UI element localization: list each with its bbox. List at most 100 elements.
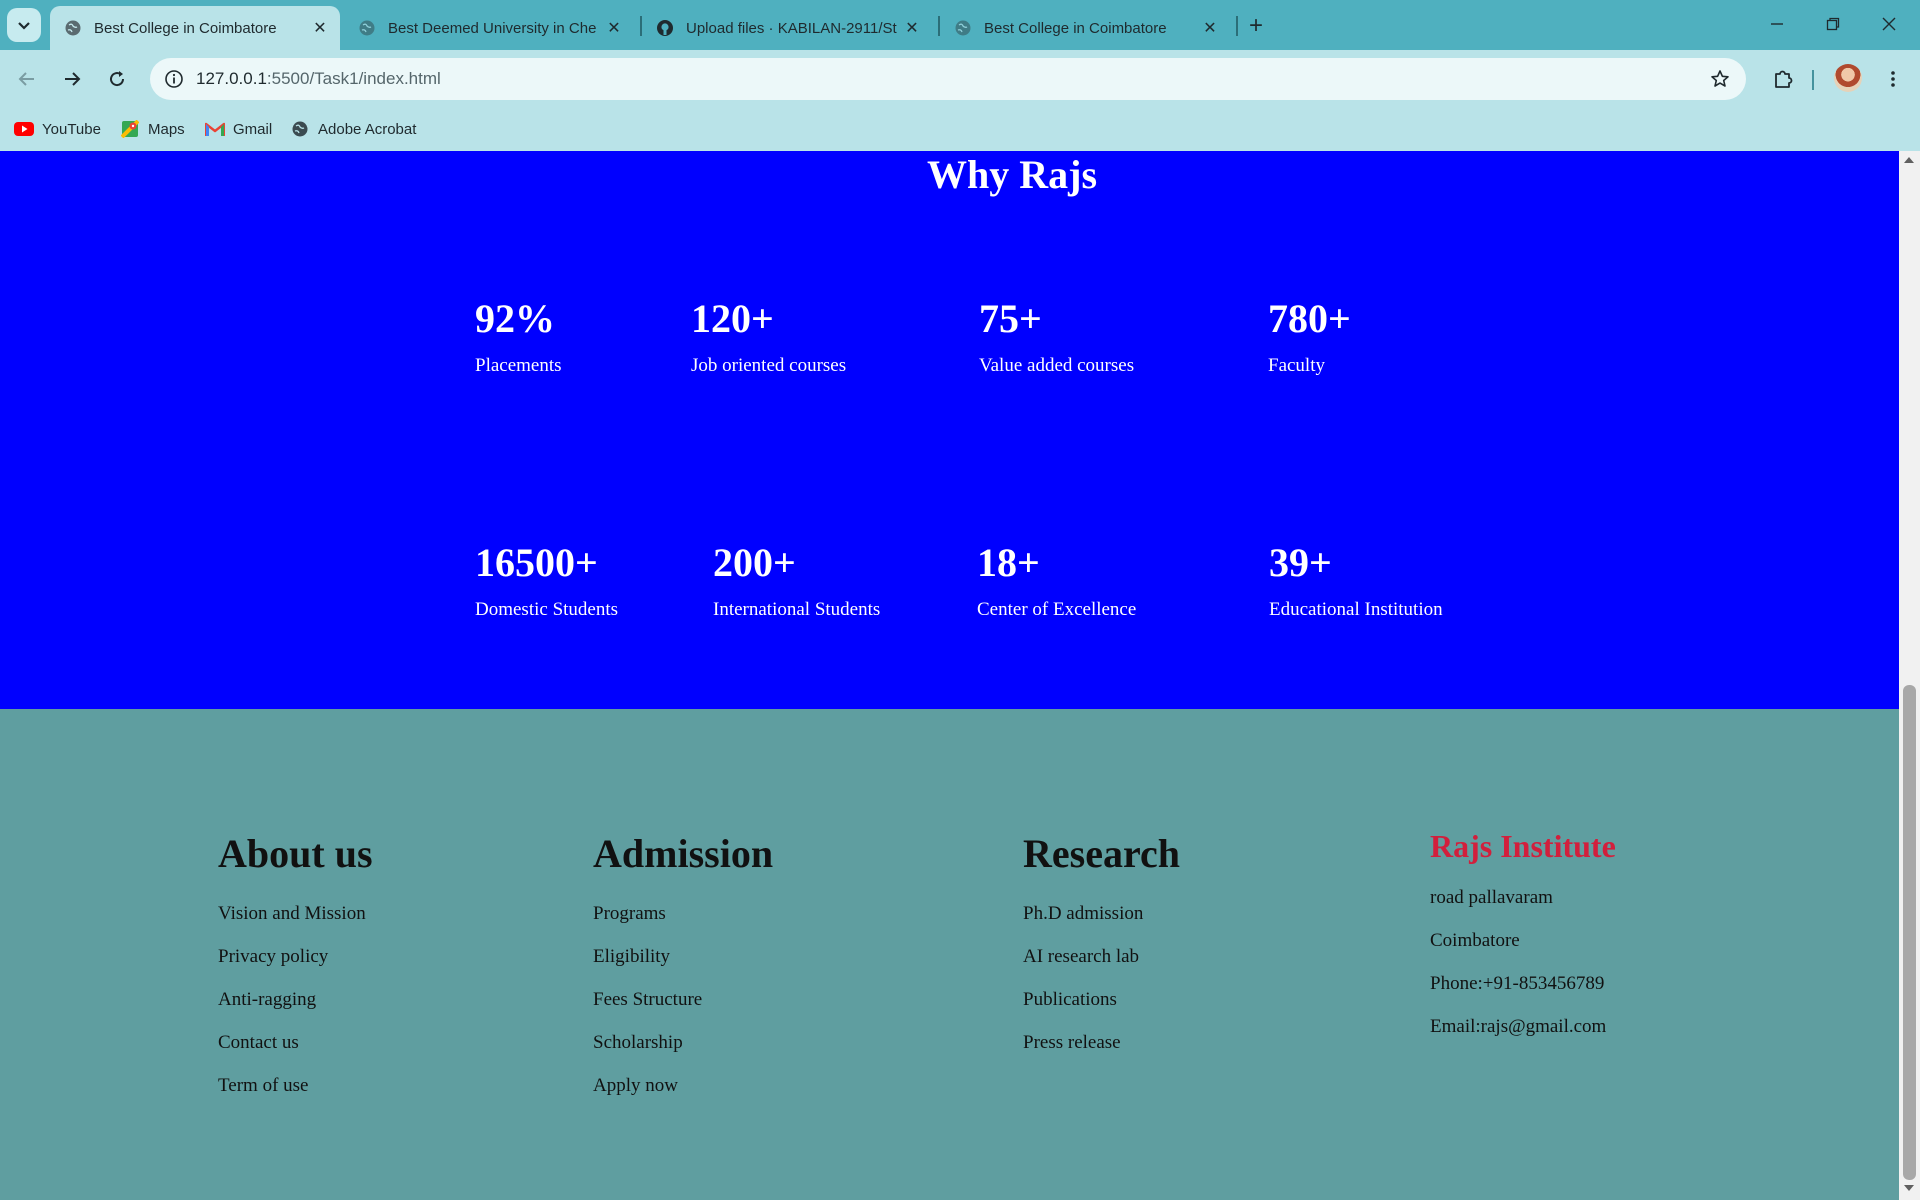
stat-label: Value added courses (979, 355, 1135, 376)
close-window-button[interactable] (1866, 8, 1912, 40)
stat-value: 39+ (1269, 540, 1332, 585)
footer-link[interactable]: Contact us (218, 1021, 373, 1064)
scroll-down-arrow-icon[interactable] (1904, 1185, 1914, 1191)
bookmark-label: Adobe Acrobat (318, 120, 417, 138)
stat-domestic-students: 16500+ Domestic Students (475, 539, 618, 621)
footer-link-list: Vision and Mission Privacy policy Anti-r… (218, 892, 373, 1107)
stat-label: Faculty (1268, 355, 1325, 376)
arrow-right-icon (65, 72, 81, 86)
footer-link[interactable]: AI research lab (1023, 935, 1180, 978)
stat-faculty: 780+ Faculty (1268, 295, 1351, 377)
footer-link-list: Ph.D admission AI research lab Publicati… (1023, 892, 1180, 1064)
close-tab-icon[interactable]: ✕ (310, 18, 330, 38)
restore-button[interactable] (1810, 8, 1856, 40)
stat-job-courses: 120+ Job oriented courses (691, 295, 846, 377)
footer-phone-line: Phone:+91-853456789 (1430, 973, 1605, 994)
footer-email-line: Email:rajs@gmail.com (1430, 1016, 1607, 1037)
close-icon (1882, 17, 1896, 31)
bookmark-label: YouTube (42, 120, 101, 138)
footer-link[interactable]: Eligibility (593, 935, 773, 978)
footer-link[interactable]: Ph.D admission (1023, 892, 1180, 935)
footer-link[interactable]: Apply now (593, 1064, 773, 1107)
footer-link[interactable]: Privacy policy (218, 935, 373, 978)
site-footer: About us Vision and Mission Privacy poli… (0, 709, 1899, 1200)
tab-title: Best Deemed University in Che (388, 19, 597, 37)
bookmark-youtube[interactable]: YouTube (14, 116, 101, 142)
url-text: 127.0.0.1:5500/Task1/index.html (196, 69, 441, 88)
footer-link[interactable]: Term of use (218, 1064, 373, 1107)
stat-placements: 92% Placements (475, 295, 562, 377)
tab-best-deemed-university[interactable]: Best Deemed University in Che ✕ (344, 6, 634, 50)
bookmark-adobe-acrobat[interactable]: Adobe Acrobat (290, 116, 416, 142)
footer-contact-lines: road pallavaram Coimbatore Phone:+91-853… (1430, 876, 1616, 1048)
footer-link[interactable]: Scholarship (593, 1021, 773, 1064)
tab-best-college-2[interactable]: Best College in Coimbatore ✕ (940, 6, 1230, 50)
stat-value: 16500+ (475, 540, 598, 585)
back-button[interactable] (10, 62, 44, 96)
stat-value: 18+ (977, 540, 1040, 585)
footer-heading: Research (1023, 831, 1180, 876)
chevron-down-icon (18, 22, 30, 30)
why-rajs-section: Why Rajs 92% Placements 120+ Job oriente… (0, 151, 1899, 709)
minimize-button[interactable] (1754, 8, 1800, 40)
minimize-icon (1771, 23, 1783, 25)
extensions-button[interactable] (1766, 62, 1800, 96)
bookmark-star-icon[interactable] (1708, 67, 1732, 91)
tab-title: Best College in Coimbatore (94, 19, 277, 37)
puzzle-icon (1775, 70, 1793, 88)
footer-research-column: Research Ph.D admission AI research lab … (1023, 830, 1180, 1064)
footer-contact-column: Rajs Institute road pallavaram Coimbator… (1430, 826, 1616, 1048)
footer-about-column: About us Vision and Mission Privacy poli… (218, 830, 373, 1107)
site-info-icon[interactable] (162, 67, 186, 91)
stat-value: 75+ (979, 296, 1042, 341)
reload-button[interactable] (100, 62, 134, 96)
footer-heading: Admission (593, 831, 774, 876)
stat-value: 120+ (691, 296, 774, 341)
tab-search-button[interactable] (7, 8, 41, 42)
stat-label: Job oriented courses (691, 355, 847, 376)
scrollbar-thumb[interactable] (1903, 685, 1916, 1180)
footer-city-line: Coimbatore (1430, 930, 1520, 951)
scroll-up-arrow-icon[interactable] (1904, 157, 1914, 163)
bookmark-label: Gmail (233, 120, 273, 138)
tab-best-college-1[interactable]: Best College in Coimbatore ✕ (50, 6, 340, 50)
profile-avatar[interactable] (1834, 64, 1862, 92)
tab-strip: Best College in Coimbatore ✕ Best Deemed… (0, 0, 1920, 50)
stat-center-of-excellence: 18+ Center of Excellence (977, 539, 1136, 621)
footer-link-list: Programs Eligibility Fees Structure Scho… (593, 892, 773, 1107)
close-tab-icon[interactable]: ✕ (604, 18, 624, 38)
forward-button[interactable] (55, 62, 89, 96)
close-tab-icon[interactable]: ✕ (1200, 18, 1220, 38)
page-scrollbar[interactable] (1899, 151, 1920, 1200)
footer-link[interactable]: Fees Structure (593, 978, 773, 1021)
address-bar[interactable]: 127.0.0.1:5500/Task1/index.html (150, 58, 1746, 100)
footer-link[interactable]: Vision and Mission (218, 892, 373, 935)
gmail-icon (205, 119, 225, 139)
stat-label: International Students (713, 599, 881, 620)
bookmarks-bar: YouTube Maps Gmail Adobe Acrobat (0, 108, 1920, 151)
restore-icon (1826, 17, 1840, 31)
close-tab-icon[interactable]: ✕ (902, 18, 922, 38)
bookmark-label: Maps (148, 120, 185, 138)
bookmark-maps[interactable]: Maps (120, 116, 185, 142)
reload-icon (110, 71, 125, 87)
youtube-icon (14, 119, 34, 139)
browser-menu-button[interactable] (1876, 62, 1910, 96)
new-tab-button[interactable]: + (1242, 12, 1270, 40)
tab-github-upload[interactable]: Upload files · KABILAN-2911/St ✕ (642, 6, 932, 50)
footer-link[interactable]: Programs (593, 892, 773, 935)
stat-value: 200+ (713, 540, 796, 585)
stat-label: Domestic Students (475, 599, 619, 620)
section-title: Why Rajs (926, 152, 1098, 197)
globe-icon (954, 19, 972, 37)
globe-icon (358, 19, 376, 37)
bookmark-gmail[interactable]: Gmail (205, 116, 272, 142)
stat-international-students: 200+ International Students (713, 539, 880, 621)
stat-value: 92% (475, 296, 555, 341)
footer-admission-column: Admission Programs Eligibility Fees Stru… (593, 830, 773, 1107)
footer-link[interactable]: Press release (1023, 1021, 1180, 1064)
footer-link[interactable]: Publications (1023, 978, 1180, 1021)
footer-link[interactable]: Anti-ragging (218, 978, 373, 1021)
tab-title: Best College in Coimbatore (984, 19, 1167, 37)
footer-address-line: road pallavaram (1430, 887, 1553, 908)
